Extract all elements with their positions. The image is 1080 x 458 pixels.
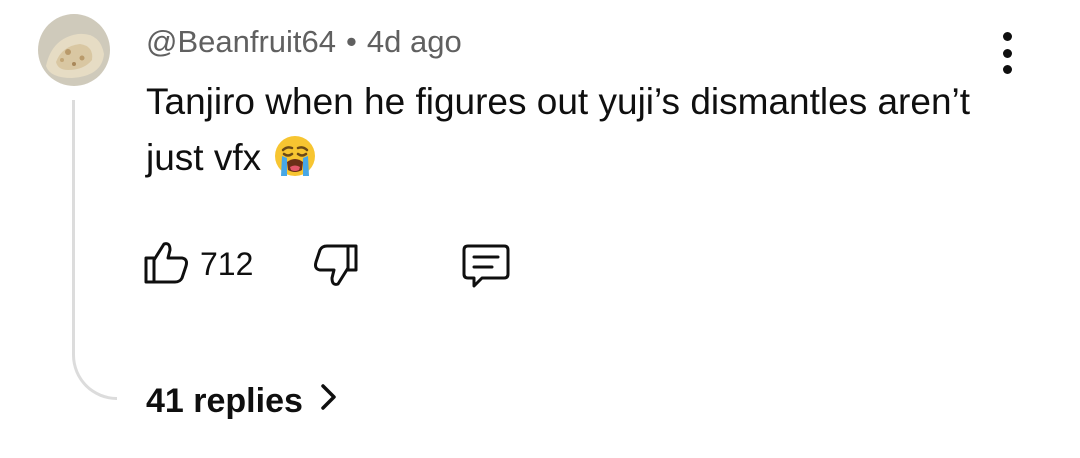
comment-actions: 712 bbox=[140, 234, 560, 294]
comment-meta: @Beanfruit64 • 4d ago bbox=[146, 22, 462, 62]
more-vert-icon[interactable] bbox=[992, 32, 1022, 74]
dislike-button[interactable] bbox=[310, 240, 362, 297]
avatar[interactable] bbox=[38, 14, 110, 86]
reply-button[interactable] bbox=[458, 240, 514, 297]
comment-body: Tanjiro when he figures out yuji’s disma… bbox=[146, 81, 971, 178]
author-handle[interactable]: @Beanfruit64 bbox=[146, 24, 336, 59]
like-button[interactable]: 712 bbox=[140, 234, 253, 294]
chevron-right-icon bbox=[319, 382, 339, 421]
comment-icon bbox=[458, 244, 514, 296]
thumbs-down-icon bbox=[310, 244, 362, 296]
thumbs-up-icon bbox=[140, 236, 192, 293]
like-count: 712 bbox=[200, 245, 254, 282]
thread-line bbox=[72, 100, 117, 400]
meta-separator: • bbox=[346, 24, 357, 59]
avatar-image bbox=[38, 14, 110, 86]
replies-label: 41 replies bbox=[146, 382, 303, 420]
comment-text: Tanjiro when he figures out yuji’s disma… bbox=[146, 74, 1006, 194]
timestamp: 4d ago bbox=[366, 24, 462, 59]
view-replies-button[interactable]: 41 replies bbox=[146, 382, 339, 421]
loudly-crying-face-icon bbox=[273, 134, 317, 194]
